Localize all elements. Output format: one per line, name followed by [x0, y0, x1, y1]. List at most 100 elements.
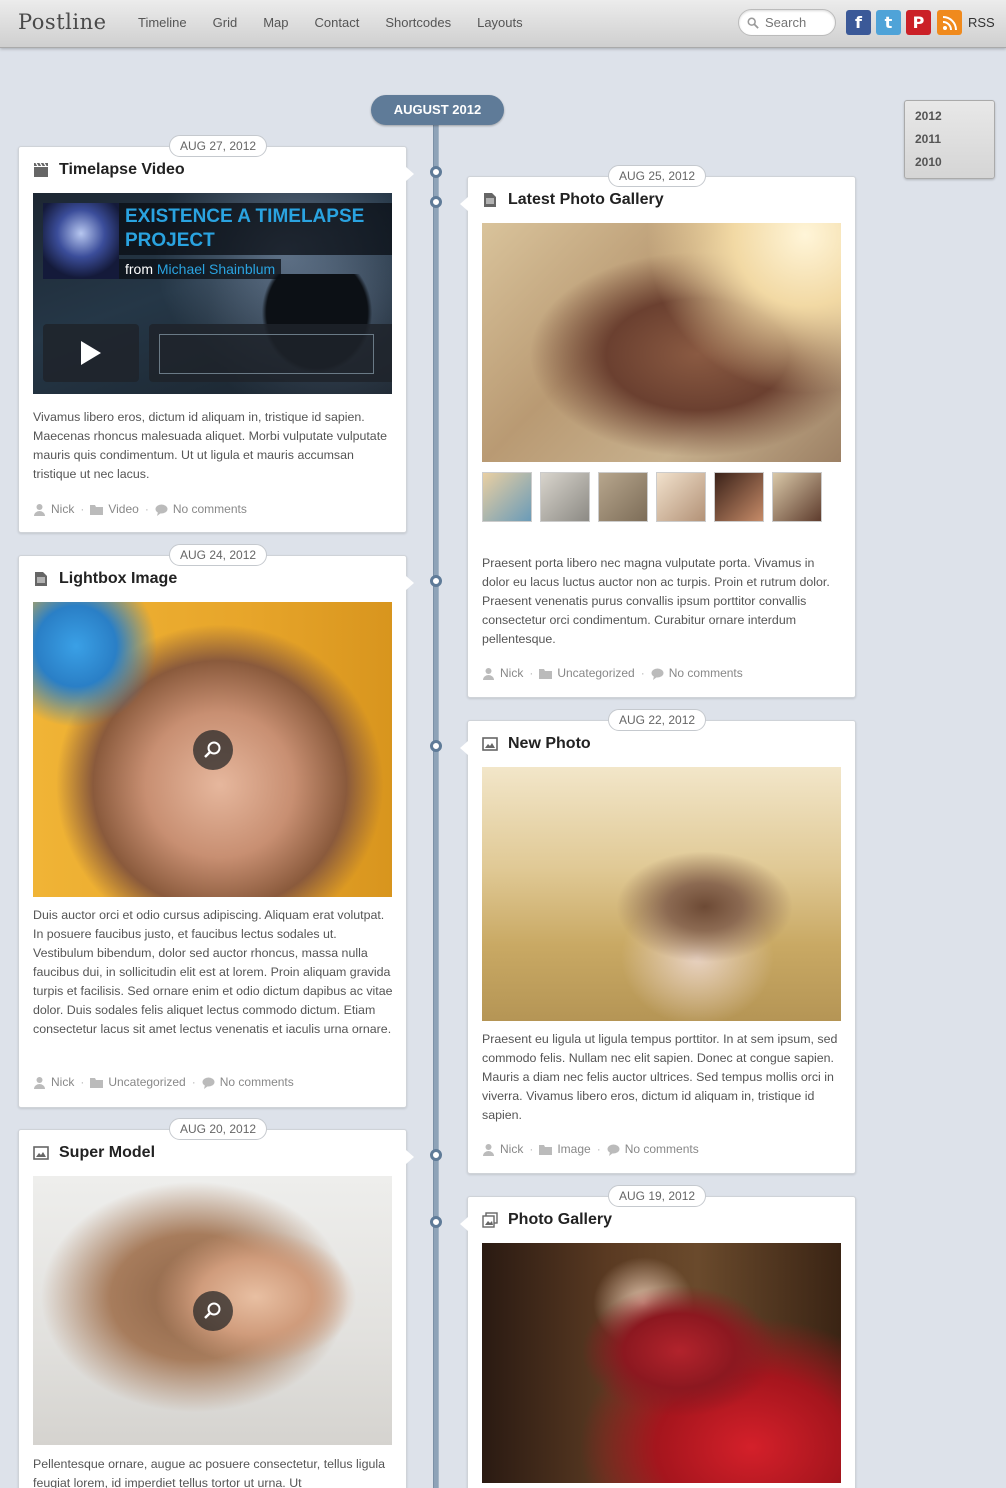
timeline-dot: [430, 1216, 442, 1228]
twitter-icon[interactable]: t: [876, 10, 901, 35]
post-title[interactable]: Photo Gallery: [482, 1211, 612, 1229]
gallery-thumbnail[interactable]: [714, 472, 764, 522]
post-comments[interactable]: No comments: [173, 502, 247, 516]
comment-icon: [202, 1077, 215, 1089]
search-icon: [747, 17, 759, 29]
main-nav: Timeline Grid Map Contact Shortcodes Lay…: [138, 15, 549, 30]
post-author[interactable]: Nick: [500, 666, 523, 680]
nav-shortcodes[interactable]: Shortcodes: [385, 15, 451, 30]
timeline-line: [433, 124, 439, 1488]
folder-icon: [90, 504, 104, 515]
comment-icon: [607, 1144, 620, 1156]
facebook-icon[interactable]: f: [846, 10, 871, 35]
user-icon: [34, 503, 45, 516]
image-icon: [482, 737, 498, 751]
nav-timeline[interactable]: Timeline: [138, 15, 187, 30]
post-title[interactable]: New Photo: [482, 735, 591, 753]
site-logo[interactable]: Postline: [18, 10, 107, 34]
gallery-thumbnail[interactable]: [482, 472, 532, 522]
zoom-icon[interactable]: [192, 1290, 233, 1331]
nav-map[interactable]: Map: [263, 15, 288, 30]
gallery-icon: [482, 1212, 498, 1228]
post-category[interactable]: Video: [108, 502, 138, 516]
post-date: AUG 22, 2012: [608, 709, 707, 731]
nav-grid[interactable]: Grid: [213, 15, 238, 30]
year-2011[interactable]: 2011: [915, 132, 984, 155]
post-title-text[interactable]: Lightbox Image: [59, 570, 177, 588]
gallery-thumbnails: [482, 472, 822, 522]
post-card: AUG 19, 2012 Photo Gallery: [460, 1185, 856, 1488]
video-title[interactable]: EXISTENCE A TIMELAPSE PROJECT: [119, 203, 392, 255]
post-title-text[interactable]: Latest Photo Gallery: [508, 191, 664, 209]
post-comments[interactable]: No comments: [625, 1142, 699, 1156]
post-excerpt: Praesent porta libero nec magna vulputat…: [482, 556, 830, 646]
post-date: AUG 20, 2012: [169, 1118, 268, 1140]
post-title[interactable]: Latest Photo Gallery: [482, 191, 664, 209]
video-progress-bar[interactable]: [149, 324, 392, 382]
post-meta: Nick · Uncategorized · No comments: [33, 1075, 294, 1089]
gallery-thumbnail[interactable]: [540, 472, 590, 522]
post-title[interactable]: Super Model: [33, 1144, 155, 1162]
pinterest-icon[interactable]: P: [906, 10, 931, 35]
rss-icon[interactable]: [937, 10, 962, 35]
rss-link[interactable]: RSS: [968, 15, 995, 30]
post-date: AUG 19, 2012: [608, 1185, 707, 1207]
post-card: AUG 20, 2012 Super Model Pellentesque or…: [18, 1118, 414, 1488]
timeline-dot: [430, 166, 442, 178]
post-comments[interactable]: No comments: [669, 666, 743, 680]
gallery-thumbnail[interactable]: [772, 472, 822, 522]
post-meta: Nick · Image · No comments: [482, 1142, 699, 1156]
post-meta: Nick · Video · No comments: [33, 502, 247, 516]
year-2010[interactable]: 2010: [915, 155, 984, 178]
play-button[interactable]: [43, 324, 139, 382]
nav-contact[interactable]: Contact: [315, 15, 360, 30]
post-meta: Nick · Uncategorized · No comments: [482, 666, 743, 680]
post-title-text[interactable]: Super Model: [59, 1144, 155, 1162]
model-photo[interactable]: [33, 1176, 392, 1445]
user-icon: [483, 1143, 494, 1156]
search-box[interactable]: [738, 9, 836, 36]
video-author-link[interactable]: Michael Shainblum: [157, 261, 275, 277]
post-category[interactable]: Uncategorized: [557, 666, 634, 680]
gallery-thumbnail[interactable]: [598, 472, 648, 522]
post-card: AUG 22, 2012 New Photo Praesent eu ligul…: [460, 709, 856, 1174]
new-photo[interactable]: [482, 767, 841, 1021]
post-date: AUG 27, 2012: [169, 135, 268, 157]
post-excerpt: Duis auctor orci et odio cursus adipisci…: [33, 908, 393, 1036]
post-author[interactable]: Nick: [51, 502, 74, 516]
post-author[interactable]: Nick: [51, 1075, 74, 1089]
video-byline-prefix: from: [125, 261, 153, 277]
post-category[interactable]: Uncategorized: [108, 1075, 185, 1089]
post-card: AUG 24, 2012 Lightbox Image Duis auctor …: [18, 544, 414, 1108]
image-icon: [33, 1146, 49, 1160]
video-author-thumbnail[interactable]: [43, 203, 119, 279]
timeline-dot: [430, 575, 442, 587]
post-date: AUG 24, 2012: [169, 544, 268, 566]
post-author[interactable]: Nick: [500, 1142, 523, 1156]
post-title[interactable]: Lightbox Image: [33, 570, 177, 588]
post-title[interactable]: Timelapse Video: [33, 161, 185, 179]
post-title-text[interactable]: New Photo: [508, 735, 591, 753]
post-date: AUG 25, 2012: [608, 165, 707, 187]
post-title-text[interactable]: Photo Gallery: [508, 1211, 612, 1229]
comment-icon: [155, 504, 168, 516]
lightbox-photo[interactable]: [33, 602, 392, 897]
document-icon: [35, 572, 47, 586]
timeline-dot: [430, 1149, 442, 1161]
document-icon: [484, 193, 496, 207]
folder-icon: [539, 668, 553, 679]
post-comments[interactable]: No comments: [220, 1075, 294, 1089]
search-input[interactable]: [765, 15, 835, 30]
gallery-photo[interactable]: [482, 1243, 841, 1483]
video-player[interactable]: EXISTENCE A TIMELAPSE PROJECT from Micha…: [33, 193, 392, 394]
year-selector: 2012 2011 2010: [904, 100, 995, 179]
post-excerpt: Praesent eu ligula ut ligula tempus port…: [482, 1032, 838, 1122]
year-2012[interactable]: 2012: [915, 109, 984, 132]
gallery-thumbnail[interactable]: [656, 472, 706, 522]
zoom-icon[interactable]: [192, 729, 233, 770]
nav-layouts[interactable]: Layouts: [477, 15, 523, 30]
post-category[interactable]: Image: [557, 1142, 590, 1156]
gallery-main-photo[interactable]: [482, 223, 841, 462]
month-badge: AUGUST 2012: [371, 95, 504, 125]
post-title-text[interactable]: Timelapse Video: [59, 161, 185, 179]
